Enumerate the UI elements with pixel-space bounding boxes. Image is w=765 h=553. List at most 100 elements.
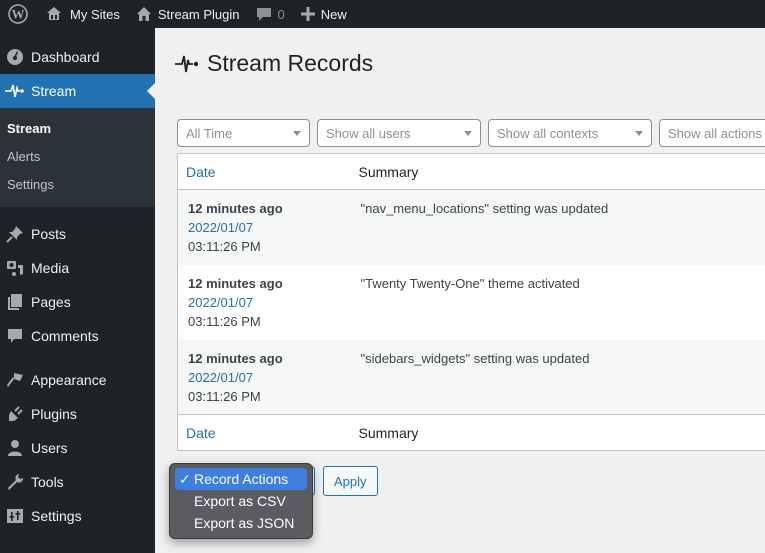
relative-time: 12 minutes ago [188,201,283,216]
date-link[interactable]: 2022/01/07 [188,218,341,237]
sidebar-item-stream[interactable]: Stream [0,74,155,108]
home-icon [136,6,152,22]
sidebar-item-label: Stream [31,83,77,99]
relative-time: 12 minutes ago [188,350,283,366]
table-row: 12 minutes ago 2022/01/07 03:11:26 PM "n… [177,189,765,265]
comments-count: 0 [277,6,285,22]
wordpress-logo-icon: W [8,4,28,24]
sidebar-item-appearance[interactable]: Appearance [0,363,155,397]
submenu-item-alerts[interactable]: Alerts [0,143,155,171]
column-footer-date[interactable]: Date [177,414,351,451]
time: 03:11:26 PM [188,313,261,329]
sidebar-item-label: Tools [31,474,64,490]
sidebar-item-label: Pages [31,294,71,310]
admin-sidebar: Dashboard Stream Stream Alerts Settings … [0,28,155,553]
time: 03:11:26 PM [188,388,261,404]
column-header-date[interactable]: Date [177,153,351,190]
stream-submenu: Stream Alerts Settings [0,108,155,207]
records-table: Date Summary 12 minutes ago 2022/01/07 0… [177,153,765,451]
user-icon [5,438,25,458]
sidebar-item-posts[interactable]: Posts [0,217,155,251]
dropdown-option-export-csv[interactable]: Export as CSV [175,490,307,512]
brush-icon [5,370,25,390]
date-filter-select[interactable]: All Time [177,119,310,147]
table-footer-row: Date Summary [177,414,765,451]
stream-icon [5,81,25,101]
sidebar-item-label: Posts [31,226,67,242]
select-value: Show all contexts [497,125,599,141]
table-row: 12 minutes ago 2022/01/07 03:11:26 PM "s… [177,339,765,415]
dashboard-icon [5,47,25,67]
option-label: Export as CSV [194,493,286,509]
svg-text:W: W [12,7,25,22]
sort-by-date-link[interactable]: Date [186,164,216,180]
new-content-menu[interactable]: New [293,0,355,28]
page-title-text: Stream Records [207,50,374,76]
comment-icon [256,6,272,22]
select-value: Show all users [326,125,411,141]
date-link[interactable]: 2022/01/07 [188,368,341,387]
media-icon [5,258,25,278]
chevron-down-icon [464,130,472,136]
actions-filter-select[interactable]: Show all actions [659,119,765,147]
site-name-menu[interactable]: Stream Plugin [128,0,248,28]
my-sites-label: My Sites [70,6,120,22]
sidebar-item-label: Dashboard [31,49,100,65]
pages-icon [5,292,25,312]
site-name-label: Stream Plugin [157,6,240,22]
sidebar-item-media[interactable]: Media [0,251,155,285]
sidebar-item-label: Appearance [31,372,107,388]
new-label: New [320,6,347,22]
checkmark-icon: ✓ [179,471,191,487]
date-cell: 12 minutes ago 2022/01/07 03:11:26 PM [177,189,351,265]
date-cell: 12 minutes ago 2022/01/07 03:11:26 PM [177,339,351,415]
my-sites-icon [44,6,64,22]
summary-cell: "nav_menu_locations" setting was updated [350,189,765,265]
sidebar-item-label: Settings [31,508,82,524]
users-filter-select[interactable]: Show all users [317,119,481,147]
contexts-filter-select[interactable]: Show all contexts [488,119,652,147]
table-row: 12 minutes ago 2022/01/07 03:11:26 PM "T… [178,265,765,340]
wordpress-menu[interactable]: W [0,0,36,28]
wrench-icon [5,472,25,492]
dropdown-option-record-actions[interactable]: ✓ Record Actions [175,468,307,490]
settings-icon [5,506,25,526]
column-header-summary: Summary [350,153,765,190]
sidebar-item-users[interactable]: Users [0,431,155,465]
sidebar-item-pages[interactable]: Pages [0,285,155,319]
bulk-action-dropdown: ✓ Record Actions Export as CSV Export as … [169,463,313,539]
relative-time: 12 minutes ago [188,275,283,291]
sort-by-date-link[interactable]: Date [186,425,216,441]
sidebar-item-label: Comments [31,328,99,344]
sidebar-item-dashboard[interactable]: Dashboard [0,40,155,74]
column-footer-summary: Summary [350,414,765,451]
time: 03:11:26 PM [188,239,261,254]
apply-button[interactable]: Apply [323,466,378,496]
select-value: Show all actions [668,125,762,141]
summary-cell: "sidebars_widgets" setting was updated [350,339,765,415]
page-title: Stream Records [175,50,373,77]
sidebar-item-label: Users [31,440,68,456]
submenu-item-stream[interactable]: Stream [0,115,155,143]
sidebar-item-plugins[interactable]: Plugins [0,397,155,431]
option-label: Record Actions [194,471,289,487]
sidebar-item-tools[interactable]: Tools [0,465,155,499]
sidebar-item-label: Media [31,260,70,276]
submenu-item-settings[interactable]: Settings [0,171,155,199]
comments-menu[interactable]: 0 [248,0,293,28]
plugin-icon [5,404,25,424]
select-value: All Time [186,125,233,141]
pin-icon [5,224,25,244]
plus-icon [300,7,315,21]
sidebar-item-comments[interactable]: Comments [0,319,155,353]
date-link[interactable]: 2022/01/07 [188,293,341,312]
option-label: Export as JSON [194,515,295,531]
admin-bar: W My Sites Stream Plugin 0 New [0,0,765,28]
dropdown-option-export-json[interactable]: Export as JSON [175,512,307,534]
my-sites-menu[interactable]: My Sites [36,0,128,28]
stream-icon [175,53,201,75]
chevron-down-icon [635,130,643,136]
date-cell: 12 minutes ago 2022/01/07 03:11:26 PM [178,265,351,340]
chevron-down-icon [293,130,301,136]
sidebar-item-settings[interactable]: Settings [0,499,155,533]
